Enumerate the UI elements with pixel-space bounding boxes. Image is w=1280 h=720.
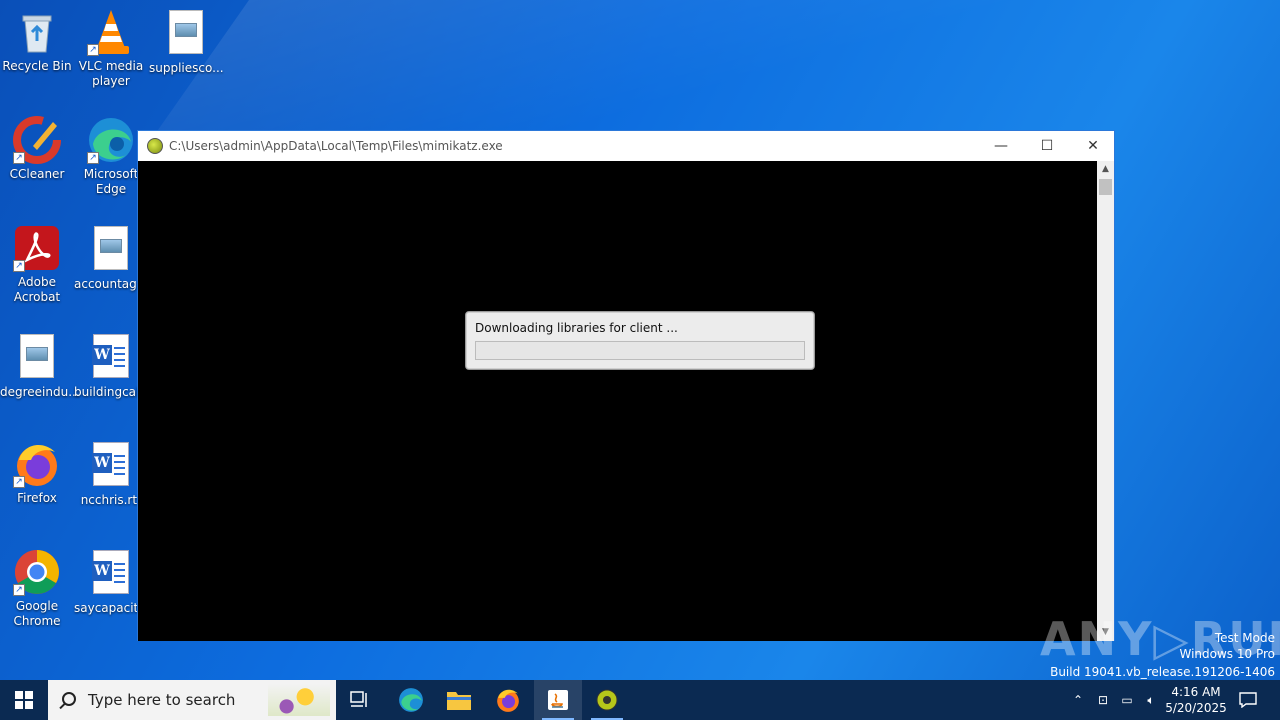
window-title: C:\Users\admin\AppData\Local\Temp\Files\…	[169, 139, 503, 153]
desktop-icon-vlc[interactable]: ↗ VLC media player	[74, 8, 148, 89]
dialog-message: Downloading libraries for client ...	[475, 321, 678, 335]
taskbar-java-app[interactable]	[534, 680, 582, 720]
taskbar-file-explorer[interactable]	[435, 680, 483, 720]
shortcut-arrow-icon: ↗	[13, 584, 25, 596]
download-progress-dialog: Downloading libraries for client ...	[465, 311, 815, 370]
desktop-icon-label: degreeindu...	[0, 385, 80, 399]
search-placeholder: Type here to search	[88, 691, 236, 709]
taskbar-mimikatz[interactable]	[583, 680, 631, 720]
image-file-icon	[87, 226, 135, 274]
image-file-icon	[162, 10, 210, 58]
search-icon	[62, 692, 76, 706]
recycle-bin-icon	[13, 8, 61, 56]
windows-logo-icon	[15, 691, 33, 709]
watermark-os: Windows 10 Pro	[1179, 647, 1275, 661]
mimikatz-app-icon	[147, 138, 163, 154]
java-icon	[548, 690, 568, 710]
mimikatz-icon	[596, 689, 618, 711]
firefox-icon	[497, 689, 519, 712]
word-doc-icon: W	[87, 550, 135, 598]
desktop-icon-label: Google Chrome	[13, 599, 61, 628]
desktop-icon-label: Adobe Acrobat	[13, 275, 61, 304]
task-view-icon	[350, 691, 367, 707]
network-status-icon[interactable]: ⊡	[1093, 680, 1113, 720]
close-button[interactable]: ✕	[1070, 131, 1116, 161]
search-highlight-image	[268, 684, 330, 716]
watermark-test-mode: Test Mode	[1214, 631, 1275, 645]
taskbar-search-box[interactable]: Type here to search	[48, 680, 336, 720]
console-output-area[interactable]	[138, 161, 1098, 641]
desktop-icon-label: Firefox	[17, 491, 57, 505]
taskbar: Type here to search ⌃ ⊡ ▭ 🔈︎ 4:16 AM 5/2…	[0, 680, 1280, 720]
word-doc-icon: W	[87, 442, 135, 490]
desktop-icon-ccleaner[interactable]: ↗ CCleaner	[0, 116, 74, 182]
shortcut-arrow-icon: ↗	[13, 260, 25, 272]
shortcut-arrow-icon: ↗	[13, 476, 25, 488]
scroll-up-icon[interactable]: ▲	[1097, 161, 1114, 178]
desktop-icon-degreeindu[interactable]: degreeindu...	[0, 332, 80, 400]
acrobat-icon: ↗	[13, 224, 61, 272]
clock-date: 5/20/2025	[1165, 701, 1227, 715]
taskbar-firefox[interactable]	[484, 680, 532, 720]
edge-icon: ↗	[87, 116, 135, 164]
clock[interactable]: 4:16 AM 5/20/2025	[1163, 680, 1229, 720]
tray-overflow-chevron-icon[interactable]: ⌃	[1068, 680, 1088, 720]
desktop-icon-label: VLC media player	[78, 59, 144, 88]
edge-icon	[399, 688, 423, 712]
wallpaper-light-beam	[150, 0, 1150, 140]
console-window[interactable]: C:\Users\admin\AppData\Local\Temp\Files\…	[137, 130, 1115, 641]
volume-icon[interactable]: 🔈︎	[1141, 680, 1161, 720]
ccleaner-icon: ↗	[13, 116, 61, 164]
desktop-icon-chrome[interactable]: ↗ Google Chrome	[0, 548, 74, 629]
chrome-icon: ↗	[13, 548, 61, 596]
start-button[interactable]	[0, 680, 48, 720]
vertical-scrollbar[interactable]: ▲ ▼	[1097, 161, 1114, 641]
clock-time: 4:16 AM	[1171, 685, 1221, 699]
desktop-icon-label: Recycle Bin	[2, 59, 72, 73]
task-view-button[interactable]	[336, 680, 384, 720]
desktop-icon-label: CCleaner	[9, 167, 65, 181]
notification-center-icon[interactable]	[1232, 680, 1264, 720]
firefox-icon: ↗	[13, 440, 61, 488]
shortcut-arrow-icon: ↗	[87, 44, 99, 56]
network-icon[interactable]: ▭	[1117, 680, 1137, 720]
watermark-build: Build 19041.vb_release.191206-1406	[1050, 665, 1275, 679]
vlc-icon: ↗	[87, 8, 135, 56]
scrollbar-thumb[interactable]	[1099, 179, 1112, 195]
progress-bar	[475, 341, 805, 360]
desktop-icon-label: suppliesco...	[149, 61, 224, 75]
minimize-button[interactable]: —	[978, 131, 1024, 161]
word-doc-icon: W	[87, 334, 135, 382]
shortcut-arrow-icon: ↗	[13, 152, 25, 164]
shortcut-arrow-icon: ↗	[87, 152, 99, 164]
desktop-icon-acrobat[interactable]: ↗ Adobe Acrobat	[0, 224, 74, 305]
folder-icon	[447, 692, 471, 710]
desktop-icon-recycle-bin[interactable]: Recycle Bin	[0, 8, 74, 74]
image-file-icon	[13, 334, 61, 382]
taskbar-edge[interactable]	[387, 680, 435, 720]
desktop-icon-suppliesco[interactable]: suppliesco...	[149, 8, 224, 76]
desktop-icon-firefox[interactable]: ↗ Firefox	[0, 440, 74, 506]
window-titlebar[interactable]: C:\Users\admin\AppData\Local\Temp\Files\…	[138, 131, 1114, 161]
maximize-button[interactable]: ☐	[1024, 131, 1070, 161]
